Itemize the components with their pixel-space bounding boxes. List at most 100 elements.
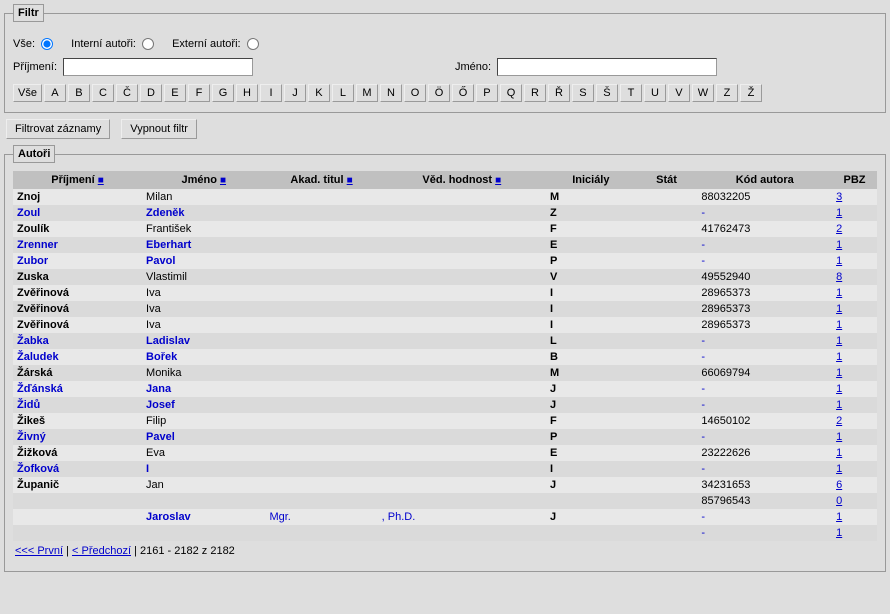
cell-hodnost: [378, 461, 546, 477]
alpha-btn-v[interactable]: V: [668, 84, 690, 102]
alpha-btn-vše[interactable]: Vše: [13, 84, 42, 102]
cell-jmeno[interactable]: Pavel: [142, 429, 265, 445]
pager-first[interactable]: <<< První: [15, 545, 63, 557]
sort-jmeno[interactable]: ■: [220, 175, 226, 186]
cell-pbz[interactable]: 1: [832, 397, 877, 413]
cell-jmeno[interactable]: Jana: [142, 381, 265, 397]
alpha-btn-b[interactable]: B: [68, 84, 90, 102]
alpha-btn-ř[interactable]: Ř: [548, 84, 570, 102]
cell-pbz[interactable]: 3: [832, 189, 877, 205]
cell-prijmeni[interactable]: Zrenner: [13, 237, 142, 253]
pager-prev[interactable]: < Předchozí: [72, 545, 131, 557]
cell-jmeno[interactable]: Josef: [142, 397, 265, 413]
cell-stat: [636, 221, 698, 237]
cell-prijmeni[interactable]: Žďánská: [13, 381, 142, 397]
filter-button[interactable]: Filtrovat záznamy: [6, 119, 110, 139]
sort-titul[interactable]: ■: [347, 175, 353, 186]
cell-pbz[interactable]: 1: [832, 205, 877, 221]
cell-pbz[interactable]: 1: [832, 333, 877, 349]
cell-jmeno[interactable]: Bořek: [142, 349, 265, 365]
cell-pbz[interactable]: 1: [832, 349, 877, 365]
alpha-btn-e[interactable]: E: [164, 84, 186, 102]
sort-hodnost[interactable]: ■: [495, 175, 501, 186]
alpha-btn-a[interactable]: A: [44, 84, 66, 102]
cell-pbz[interactable]: 1: [832, 317, 877, 333]
alpha-btn-k[interactable]: K: [308, 84, 330, 102]
cell-pbz[interactable]: 1: [832, 285, 877, 301]
alpha-btn-c[interactable]: C: [92, 84, 114, 102]
alpha-btn-m[interactable]: M: [356, 84, 378, 102]
cell-pbz[interactable]: 1: [832, 445, 877, 461]
sort-prijmeni[interactable]: ■: [98, 175, 104, 186]
cell-jmeno[interactable]: Eberhart: [142, 237, 265, 253]
alpha-btn-p[interactable]: P: [476, 84, 498, 102]
alpha-btn-l[interactable]: L: [332, 84, 354, 102]
cell-prijmeni[interactable]: Zoul: [13, 205, 142, 221]
cell-pbz[interactable]: 8: [832, 269, 877, 285]
alpha-btn-t[interactable]: T: [620, 84, 642, 102]
alpha-btn-j[interactable]: J: [284, 84, 306, 102]
alpha-btn-š[interactable]: Š: [596, 84, 618, 102]
cell-pbz[interactable]: 1: [832, 381, 877, 397]
cell-pbz[interactable]: 1: [832, 429, 877, 445]
cell-prijmeni[interactable]: Žofková: [13, 461, 142, 477]
cell-prijmeni[interactable]: [13, 509, 142, 525]
cell-pbz[interactable]: 1: [832, 525, 877, 541]
cell-jmeno[interactable]: [142, 525, 265, 541]
alpha-btn-č[interactable]: Č: [116, 84, 138, 102]
alpha-btn-w[interactable]: W: [692, 84, 714, 102]
th-jmeno[interactable]: Jméno ■: [142, 171, 265, 189]
cell-pbz[interactable]: 1: [832, 365, 877, 381]
alpha-btn-n[interactable]: N: [380, 84, 402, 102]
alpha-btn-d[interactable]: D: [140, 84, 162, 102]
surname-input[interactable]: [63, 58, 253, 76]
alpha-btn-i[interactable]: I: [260, 84, 282, 102]
clear-filter-button[interactable]: Vypnout filtr: [121, 119, 197, 139]
all-radio[interactable]: [41, 38, 53, 50]
cell-prijmeni[interactable]: Žabka: [13, 333, 142, 349]
cell-pbz[interactable]: 1: [832, 461, 877, 477]
alpha-btn-g[interactable]: G: [212, 84, 234, 102]
cell-jmeno[interactable]: Pavol: [142, 253, 265, 269]
alpha-btn-o[interactable]: O: [404, 84, 426, 102]
th-hodnost[interactable]: Věd. hodnost ■: [378, 171, 546, 189]
alpha-btn-u[interactable]: U: [644, 84, 666, 102]
alpha-btn-q[interactable]: Q: [500, 84, 522, 102]
cell-prijmeni[interactable]: Židů: [13, 397, 142, 413]
alpha-btn-ő[interactable]: Ő: [452, 84, 474, 102]
cell-pbz[interactable]: 1: [832, 253, 877, 269]
cell-pbz[interactable]: 6: [832, 477, 877, 493]
cell-stat: [636, 253, 698, 269]
cell-jmeno[interactable]: Jaroslav: [142, 509, 265, 525]
alpha-btn-h[interactable]: H: [236, 84, 258, 102]
alpha-btn-r[interactable]: R: [524, 84, 546, 102]
alpha-btn-z[interactable]: Z: [716, 84, 738, 102]
cell-pbz[interactable]: 1: [832, 237, 877, 253]
cell-inicialy: V: [546, 269, 636, 285]
name-input[interactable]: [497, 58, 717, 76]
cell-jmeno[interactable]: I: [142, 461, 265, 477]
cell-prijmeni[interactable]: Žaludek: [13, 349, 142, 365]
cell-jmeno[interactable]: Ladislav: [142, 333, 265, 349]
cell-jmeno[interactable]: Zdeněk: [142, 205, 265, 221]
th-prijmeni[interactable]: Příjmení ■: [13, 171, 142, 189]
cell-prijmeni[interactable]: [13, 525, 142, 541]
cell-pbz[interactable]: 2: [832, 413, 877, 429]
cell-pbz[interactable]: 1: [832, 301, 877, 317]
alpha-btn-ž[interactable]: Ž: [740, 84, 762, 102]
all-label: Vše:: [13, 38, 35, 50]
internal-radio[interactable]: [142, 38, 154, 50]
cell-hodnost: [378, 189, 546, 205]
th-titul[interactable]: Akad. titul ■: [265, 171, 377, 189]
cell-hodnost: [378, 317, 546, 333]
cell-jmeno: Monika: [142, 365, 265, 381]
cell-prijmeni[interactable]: Živný: [13, 429, 142, 445]
cell-pbz[interactable]: 2: [832, 221, 877, 237]
alpha-btn-s[interactable]: S: [572, 84, 594, 102]
cell-prijmeni[interactable]: Zubor: [13, 253, 142, 269]
cell-pbz[interactable]: 0: [832, 493, 877, 509]
cell-pbz[interactable]: 1: [832, 509, 877, 525]
external-radio[interactable]: [247, 38, 259, 50]
alpha-btn-f[interactable]: F: [188, 84, 210, 102]
alpha-btn-ö[interactable]: Ö: [428, 84, 450, 102]
